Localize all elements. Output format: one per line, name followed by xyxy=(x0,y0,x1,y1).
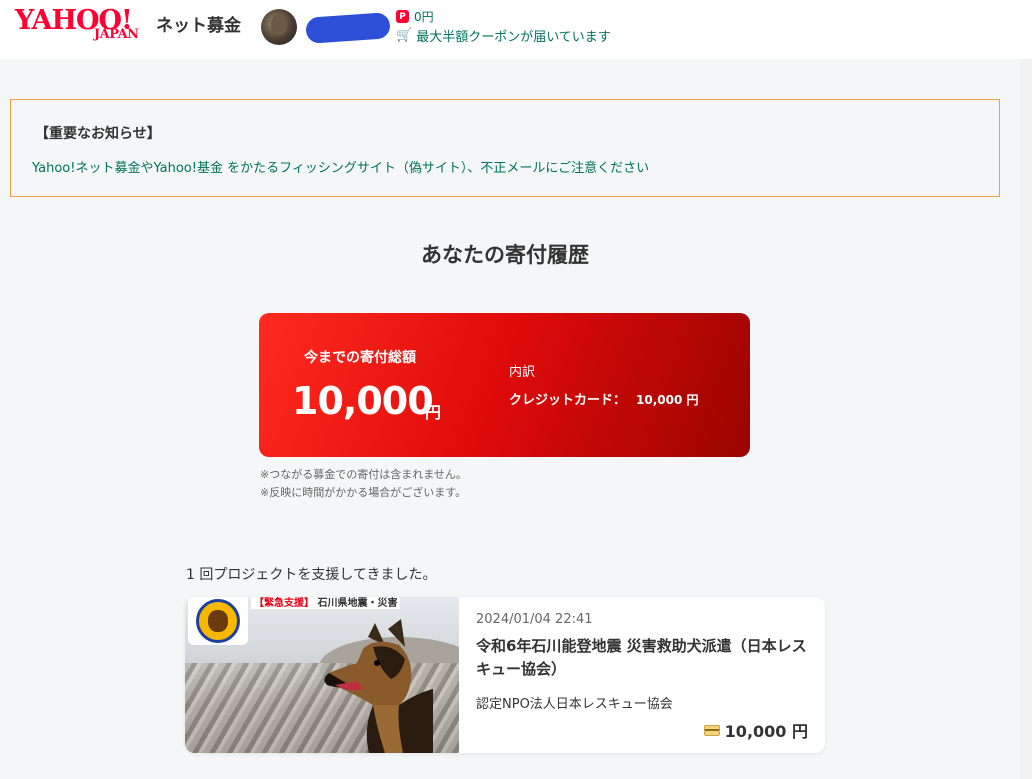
breakdown-label: 内訳 xyxy=(509,365,536,380)
rescue-association-badge xyxy=(188,597,248,645)
total-amount: 10,000 xyxy=(292,379,434,423)
breakdown-method: クレジットカード： xyxy=(509,393,627,408)
note-tsunagaru: ※つながる募金での寄付は含まれません。 xyxy=(260,468,467,481)
points-display[interactable]: P 0円 xyxy=(396,8,434,25)
breakdown-value: 10,000 円 xyxy=(636,393,699,407)
project-amount-value: 10,000 円 xyxy=(724,722,808,741)
rescue-dog-image xyxy=(324,619,433,753)
thumbnail-tag-region: 石川県地震・災害 xyxy=(317,598,398,609)
total-unit: 円 xyxy=(425,403,442,422)
project-donation-amount: 10,000 円 xyxy=(703,718,808,742)
donation-date: 2024/01/04 22:41 xyxy=(476,612,593,627)
site-header: YAHOO! JAPAN ネット募金 P 0円 🛒 最大半額クーポンが届いていま… xyxy=(0,0,1032,59)
phishing-warning-link[interactable]: Yahoo!ネット募金やYahoo!基金 をかたるフィッシングサイト（偽サイト）… xyxy=(32,157,649,176)
total-label: 今までの寄付総額 xyxy=(304,350,416,366)
redacted-username xyxy=(305,12,391,44)
support-count: 1 回プロジェクトを支援してきました。 xyxy=(186,567,437,583)
donation-total-card: 今までの寄付総額 10,000 円 内訳 クレジットカード： 10,000 円 xyxy=(259,313,750,457)
coupon-text: 最大半額クーポンが届いています xyxy=(416,30,611,45)
coupon-link[interactable]: 🛒 最大半額クーポンが届いています xyxy=(396,26,611,45)
paypay-points-icon: P xyxy=(396,10,409,23)
thumbnail-tag: 【緊急支援】 石川県地震・災害 xyxy=(251,597,401,609)
note-reflection-delay: ※反映に時間がかかる場合がございます。 xyxy=(260,486,467,499)
thumbnail-tag-emergency: 【緊急支援】 xyxy=(254,598,314,609)
notice-title: 【重要なお知らせ】 xyxy=(35,126,161,142)
badge-emblem-icon xyxy=(196,599,240,643)
important-notice: 【重要なお知らせ】 Yahoo!ネット募金やYahoo!基金 をかたるフィッシン… xyxy=(10,99,1000,197)
credit-card-icon xyxy=(703,724,720,736)
page-scrollbar[interactable] xyxy=(1020,59,1032,779)
service-name-link[interactable]: ネット募金 xyxy=(156,11,241,36)
yahoo-logo-japan[interactable]: JAPAN xyxy=(94,27,139,42)
project-thumbnail[interactable]: 【緊急支援】 石川県地震・災害 xyxy=(185,597,459,753)
project-card[interactable]: 【緊急支援】 石川県地震・災害 2024/01/04 22:41 令和6年石川能… xyxy=(185,597,825,753)
points-value: 0円 xyxy=(414,10,434,24)
page-title: あなたの寄付履歴 xyxy=(421,243,589,267)
user-avatar[interactable] xyxy=(261,9,297,45)
project-title[interactable]: 令和6年石川能登地震 災害救助犬派遣（日本レスキュー協会） xyxy=(476,635,808,681)
cart-icon: 🛒 xyxy=(396,28,413,43)
project-organization: 認定NPO法人日本レスキュー協会 xyxy=(476,697,673,712)
breakdown-credit-card: クレジットカード： 10,000 円 xyxy=(509,389,699,408)
